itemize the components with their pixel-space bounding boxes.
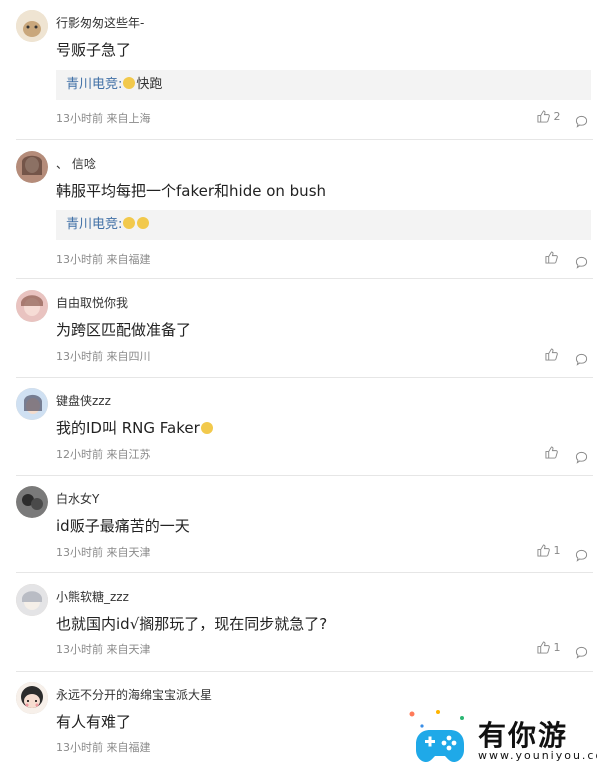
- comment-author[interactable]: 、 信唸: [56, 155, 96, 172]
- like-button[interactable]: 1: [537, 544, 561, 557]
- avatar[interactable]: [16, 682, 48, 714]
- like-button[interactable]: [545, 446, 558, 459]
- divider: [16, 377, 593, 378]
- divider: [16, 671, 593, 672]
- thumbs-up-icon: [545, 446, 558, 459]
- comment-bubble-icon: [575, 115, 588, 128]
- reply-button[interactable]: [575, 641, 588, 660]
- comment-item: 键盘侠zzz 我的ID叫 RNG Faker 12小时前 来自江苏: [0, 388, 597, 476]
- comment-item: 小熊软糖_zzz 也就国内id√搁那玩了，现在同步就急了? 13小时前 来自天津…: [0, 584, 597, 672]
- comment-text-content: 我的ID叫 RNG Faker: [56, 419, 200, 437]
- comment-meta: 13小时前 来自福建: [56, 253, 151, 266]
- comment-meta: 12小时前 来自江苏: [56, 448, 151, 461]
- like-count: 1: [553, 641, 561, 654]
- comment-author[interactable]: 白水女Y: [56, 490, 99, 507]
- like-button[interactable]: 2: [537, 110, 561, 123]
- avatar[interactable]: [16, 151, 48, 183]
- comment-bubble-icon: [575, 451, 588, 464]
- reply-button[interactable]: [575, 110, 588, 129]
- comment-bubble-icon: [575, 646, 588, 659]
- reply-preview[interactable]: 青川电竞: 快跑: [56, 70, 591, 100]
- emoji-icon: [200, 422, 213, 434]
- avatar[interactable]: [16, 388, 48, 420]
- watermark-title: 有你游: [478, 719, 569, 752]
- divider: [16, 572, 593, 573]
- comment-meta: 13小时前 来自福建: [56, 741, 151, 754]
- comment-bubble-icon: [575, 256, 588, 269]
- thumbs-up-icon: [537, 641, 550, 654]
- reply-preview[interactable]: 青川电竞:: [56, 210, 591, 240]
- reply-author[interactable]: 青川电竞:: [66, 217, 122, 232]
- thumbs-up-icon: [545, 251, 558, 264]
- reply-button[interactable]: [575, 446, 588, 465]
- avatar[interactable]: [16, 584, 48, 616]
- thumbs-up-icon: [537, 544, 550, 557]
- comment-meta: 13小时前 来自四川: [56, 350, 151, 363]
- divider: [16, 139, 593, 140]
- avatar[interactable]: [16, 10, 48, 42]
- divider: [16, 475, 593, 476]
- comment-text: id贩子最痛苦的一天: [56, 517, 190, 535]
- comment-text: 也就国内id√搁那玩了，现在同步就急了?: [56, 615, 328, 633]
- emoji-icon: [123, 217, 136, 229]
- watermark-url: www.youniyou.com: [478, 749, 597, 762]
- reply-button[interactable]: [575, 348, 588, 367]
- comment-text: 号贩子急了: [56, 41, 132, 59]
- avatar[interactable]: [16, 486, 48, 518]
- comment-meta: 13小时前 来自天津: [56, 546, 151, 559]
- comment-text: 为跨区匹配做准备了: [56, 321, 192, 339]
- like-count: 1: [553, 544, 561, 557]
- comment-item: 、 信唸 韩服平均每把一个faker和hide on bush 青川电竞: 13…: [0, 151, 597, 279]
- like-button[interactable]: 1: [537, 641, 561, 654]
- avatar[interactable]: [16, 290, 48, 322]
- comment-item: 行影匆匆这些年- 号贩子急了 青川电竞: 快跑 13小时前 来自上海 2: [0, 10, 597, 140]
- thumbs-up-icon: [545, 348, 558, 361]
- comment-text: 我的ID叫 RNG Faker: [56, 417, 214, 438]
- like-count: 2: [553, 110, 561, 123]
- comment-text: 韩服平均每把一个faker和hide on bush: [56, 182, 327, 200]
- comment-author[interactable]: 永远不分开的海绵宝宝派大星: [56, 686, 212, 703]
- comment-text: 有人有难了: [56, 713, 132, 731]
- comment-bubble-icon: [575, 353, 588, 366]
- comment-author[interactable]: 行影匆匆这些年-: [56, 14, 144, 31]
- emoji-icon: [123, 77, 136, 89]
- emoji-icon: [137, 217, 150, 229]
- comment-author[interactable]: 小熊软糖_zzz: [56, 588, 129, 605]
- comment-meta: 13小时前 来自上海: [56, 112, 151, 125]
- thumbs-up-icon: [537, 110, 550, 123]
- comment-bubble-icon: [575, 549, 588, 562]
- like-button[interactable]: [545, 251, 558, 264]
- reply-button[interactable]: [575, 544, 588, 563]
- comment-item: 自由取悦你我 为跨区匹配做准备了 13小时前 来自四川: [0, 290, 597, 378]
- gamepad-icon: [409, 710, 464, 762]
- reply-text: 快跑: [136, 77, 163, 92]
- like-button[interactable]: [545, 348, 558, 361]
- reply-button[interactable]: [575, 251, 588, 270]
- comment-author[interactable]: 自由取悦你我: [56, 294, 128, 311]
- comment-meta: 13小时前 来自天津: [56, 643, 151, 656]
- reply-author[interactable]: 青川电竞:: [66, 77, 122, 92]
- comment-author[interactable]: 键盘侠zzz: [56, 392, 111, 409]
- comment-item: 白水女Y id贩子最痛苦的一天 13小时前 来自天津 1: [0, 486, 597, 573]
- divider: [16, 278, 593, 279]
